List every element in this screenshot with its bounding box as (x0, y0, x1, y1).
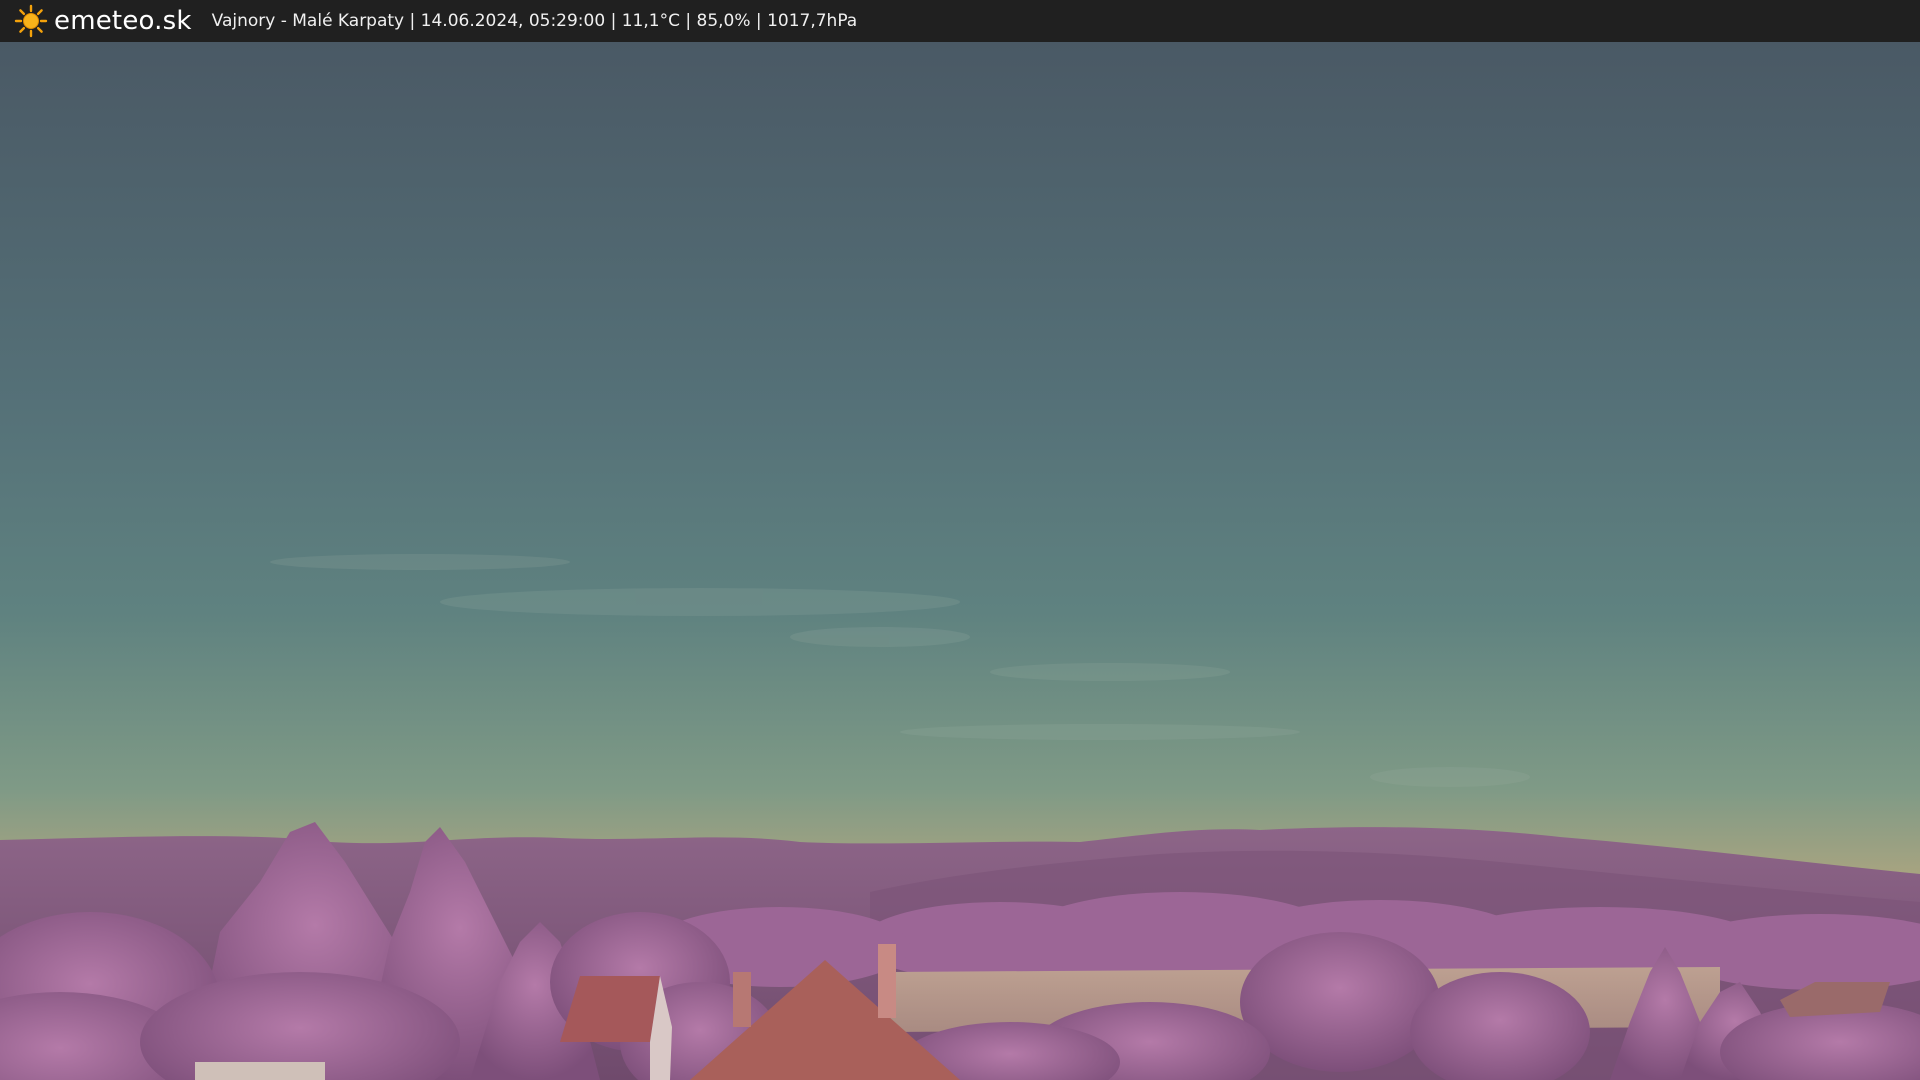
separator: | (409, 11, 421, 31)
house-wall-bottom (195, 1062, 325, 1080)
webcam-scene (0, 42, 1920, 1080)
sun-icon (14, 4, 48, 38)
humidity-label: 85,0% (696, 11, 751, 31)
chimney (733, 972, 751, 1027)
webcam-image (0, 42, 1920, 1080)
pressure-label: 1017,7hPa (767, 11, 858, 31)
brand-name: emeteo.sk (54, 6, 192, 36)
header-bar: emeteo.sk Vajnory - Malé Karpaty | 14.06… (0, 0, 1920, 42)
separator: | (610, 11, 622, 31)
chimney (878, 944, 896, 1018)
datetime-label: 14.06.2024, 05:29:00 (420, 11, 606, 31)
separator: | (755, 11, 768, 31)
site-logo[interactable]: emeteo.sk (14, 4, 192, 38)
separator: | (685, 11, 697, 31)
location-label: Vajnory - Malé Karpaty (211, 11, 405, 31)
station-info: Vajnory - Malé Karpaty | 14.06.2024, 05:… (212, 11, 858, 31)
temperature-label: 11,1°C (621, 11, 680, 31)
